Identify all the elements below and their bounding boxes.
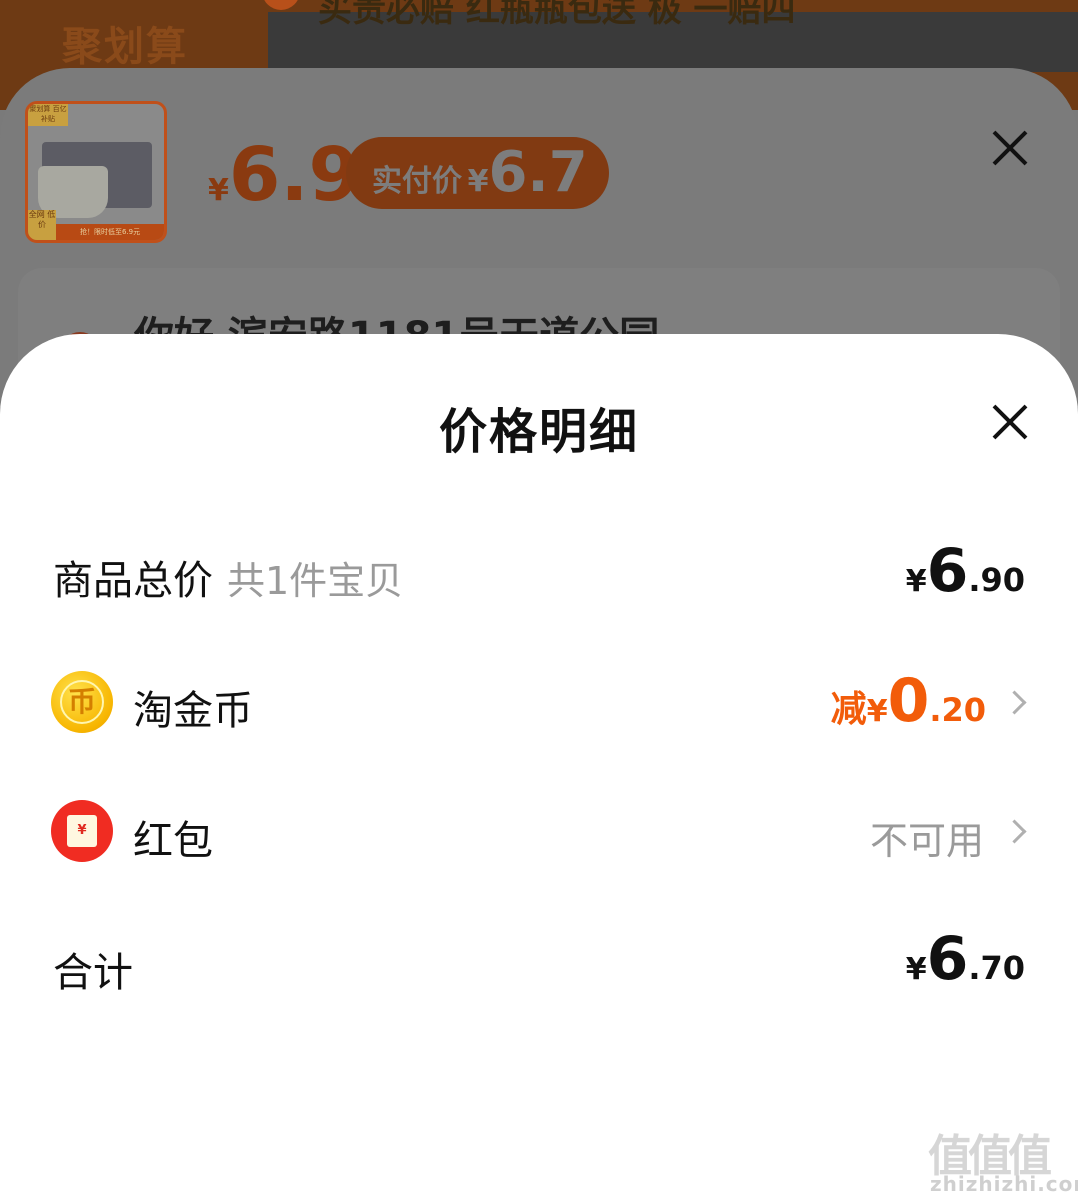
pay-pill-label: 实付价 (372, 164, 462, 199)
coins-symbol: ¥ (866, 694, 888, 729)
brand-logo: 聚划算 (62, 24, 188, 70)
total-int: 6 (926, 924, 969, 994)
coins-dec: .20 (929, 691, 986, 729)
product-price: ¥6.9 (208, 132, 360, 218)
banner-headline: 买贵必赔 红瓶瓶包送 极 一赔四 (318, 0, 796, 30)
coins-label[interactable]: 淘金币 (133, 678, 253, 736)
total-label: 合计 (53, 950, 133, 996)
sheet-title: 价格明细 (438, 404, 639, 460)
pay-pill-value: 6.7 (488, 140, 588, 205)
close-icon[interactable] (990, 402, 1030, 442)
redpacket-label[interactable]: 红包 (133, 808, 213, 866)
subtotal-label: 商品总价 (53, 558, 213, 604)
subtotal-amount: ¥6.90 (906, 536, 1025, 606)
coins-prefix: 减 (830, 689, 867, 730)
actual-pay-pill: 实付价 ¥6.7 (346, 137, 609, 209)
envelope-glyph: ¥ (67, 815, 97, 847)
coins-discount[interactable]: 减¥0.20 (831, 666, 986, 736)
total-symbol: ¥ (905, 952, 927, 987)
price-symbol: ¥ (208, 173, 229, 208)
watermark-logo: 值值值 (928, 1131, 1052, 1182)
coin-icon: 币 (51, 671, 113, 733)
total-dec: .70 (968, 949, 1025, 987)
subtotal-row: 商品总价 共1件宝贝 (53, 548, 403, 606)
close-icon[interactable] (990, 128, 1030, 168)
product-thumbnail: 聚划算 百亿补贴 抢！限时低至6.9元 全网 低价 (25, 101, 167, 243)
price-value: 6.9 (228, 132, 360, 218)
coin-glyph: 币 (60, 680, 104, 724)
subtotal-symbol: ¥ (905, 564, 927, 599)
thumb-side-badge: 全网 低价 (28, 210, 56, 240)
thumb-top-tag: 聚划算 百亿补贴 (28, 104, 68, 126)
shield-icon (262, 0, 300, 10)
coins-int: 0 (887, 666, 930, 736)
price-detail-sheet (0, 334, 1078, 1202)
redpacket-status[interactable]: 不可用 (870, 810, 984, 865)
item-count: 共1件宝贝 (227, 559, 404, 603)
red-envelope-icon: ¥ (51, 800, 113, 862)
pay-pill-symbol: ¥ (467, 164, 489, 199)
subtotal-dec: .90 (968, 561, 1025, 599)
total-amount: ¥6.70 (906, 924, 1025, 994)
subtotal-int: 6 (926, 536, 969, 606)
watermark-url: zhizhizhi.com (930, 1172, 1078, 1196)
